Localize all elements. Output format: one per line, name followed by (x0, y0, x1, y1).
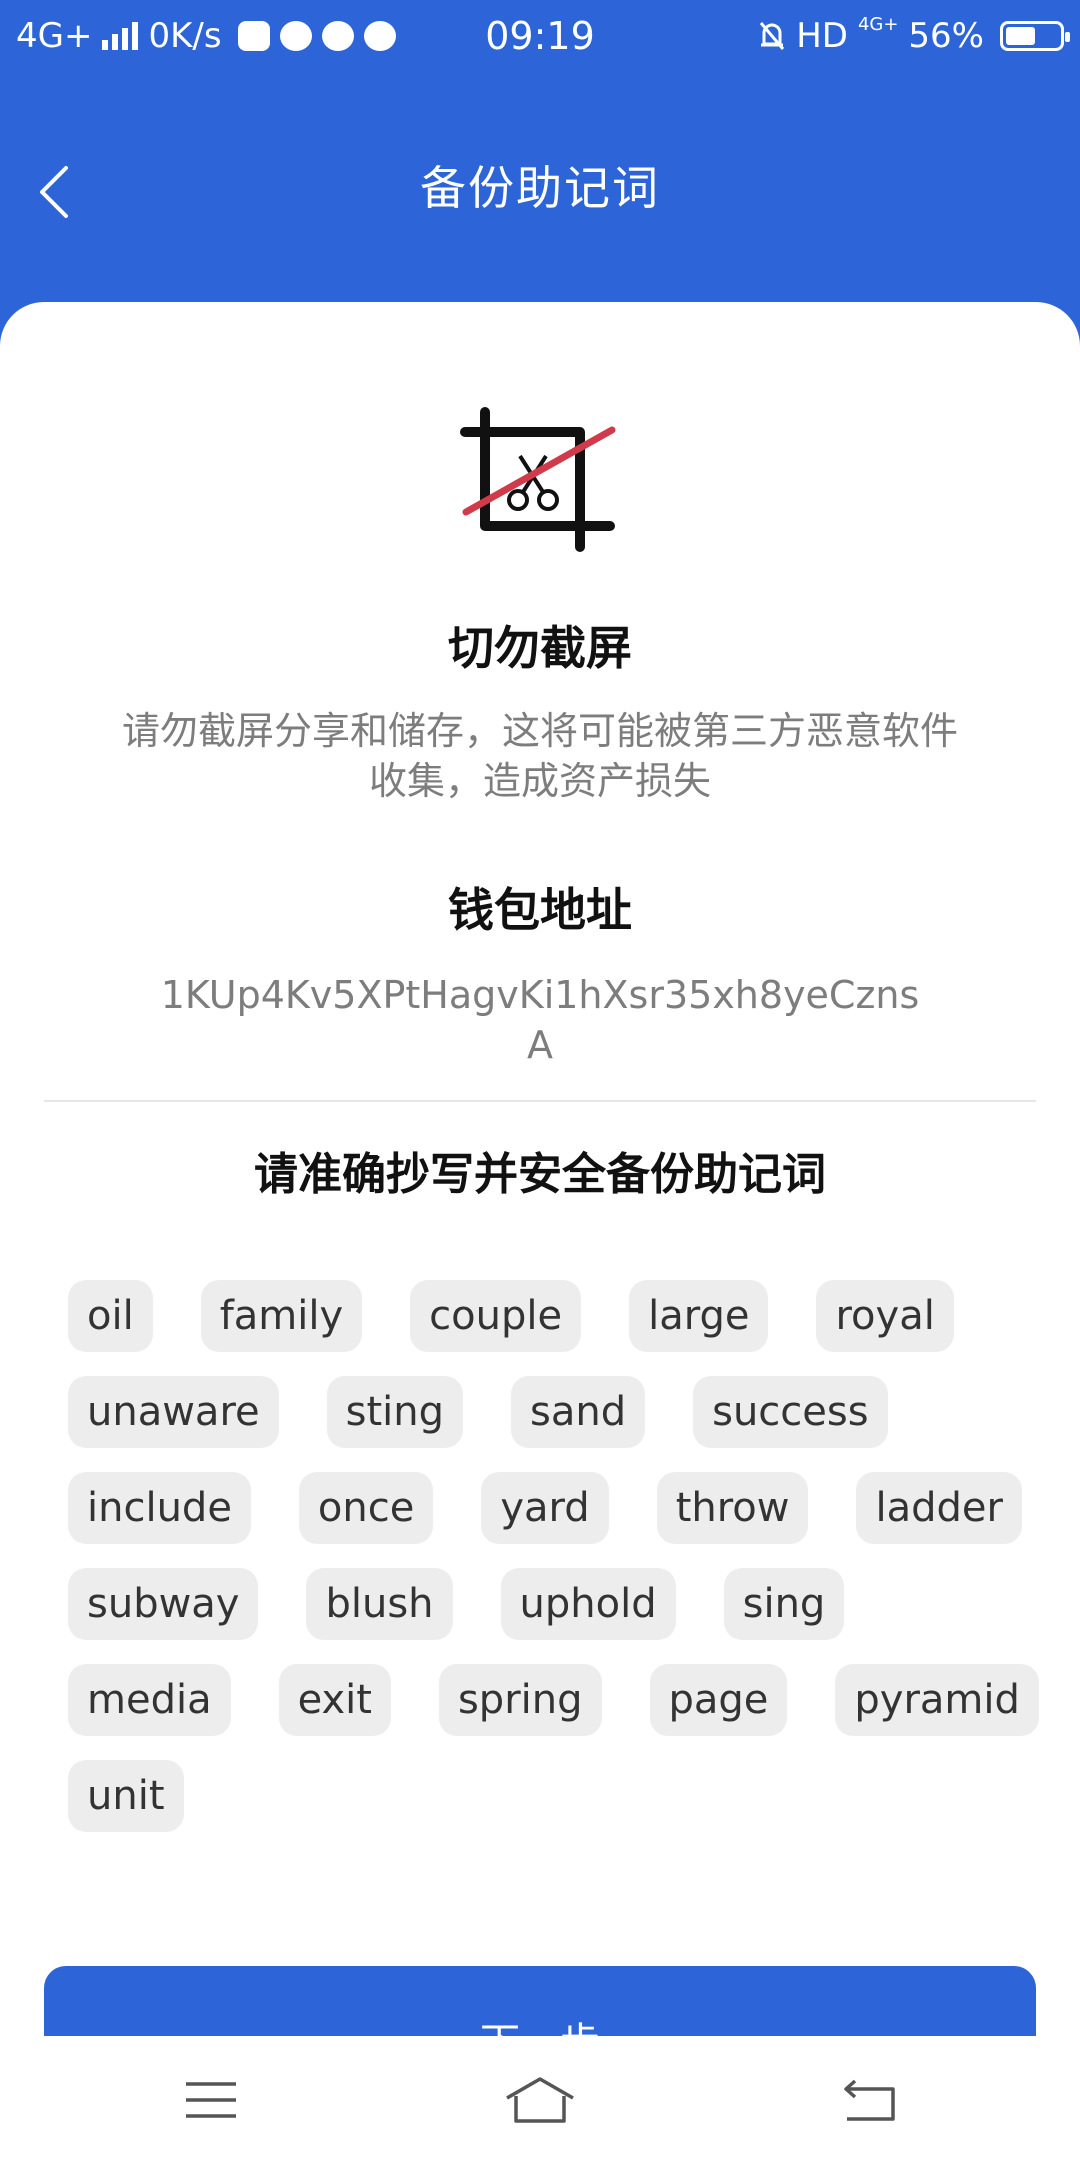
no-screenshot-icon (460, 407, 616, 552)
address-title: 钱包地址 (448, 883, 632, 937)
warning-title: 切勿截屏 (448, 621, 632, 675)
mnemonic-word-chip: success (693, 1376, 888, 1448)
mnemonic-word-chip: sand (511, 1376, 646, 1448)
mnemonic-word-chip: royal (816, 1280, 954, 1352)
back-nav-button[interactable] (814, 2070, 924, 2130)
mnemonic-word-chip: include (68, 1472, 251, 1544)
mnemonic-word-chip: couple (410, 1280, 582, 1352)
app-header: 备份助记词 (0, 72, 1080, 302)
mnemonic-word-chip: media (68, 1664, 231, 1736)
mnemonic-word-chip: exit (278, 1664, 391, 1736)
battery-icon (1000, 21, 1070, 51)
battery-percent: 56% (908, 16, 984, 56)
mnemonic-word-list: oil family couple large royal unaware sting san… (68, 1280, 1040, 1832)
mnemonic-word-chip: throw (656, 1472, 809, 1544)
hd-label: HD (796, 16, 848, 56)
mnemonic-word-chip: ladder (856, 1472, 1022, 1544)
mnemonic-word-chip: spring (438, 1664, 602, 1736)
content-card: 切勿截屏 请勿截屏分享和储存，这将可能被第三方恶意软件收集，造成资产损失 钱包地… (0, 302, 1080, 2086)
menu-button[interactable] (156, 2070, 266, 2130)
warning-text: 请勿截屏分享和储存，这将可能被第三方恶意软件收集，造成资产损失 (121, 709, 958, 803)
mnemonic-word-chip: oil (68, 1280, 153, 1352)
mnemonic-word-chip: once (298, 1472, 434, 1544)
mnemonic-word-chip: sing (723, 1568, 845, 1640)
home-icon (506, 2077, 574, 2123)
mnemonic-word-chip: pyramid (835, 1664, 1039, 1736)
mnemonic-word-chip: unit (68, 1760, 184, 1832)
backup-title: 请准确抄写并安全备份助记词 (254, 1149, 826, 1200)
home-button[interactable] (485, 2070, 595, 2130)
silent-bell-icon (760, 22, 785, 50)
status-right: HD 4G+ 56% (758, 14, 1070, 56)
mnemonic-word-chip: sting (326, 1376, 464, 1448)
wallet-address: 1KUp4Kv5XPtHagvKi1hXsr35xh8yeCznsA (160, 973, 920, 1067)
mnemonic-word-chip: family (200, 1280, 363, 1352)
system-nav-bar (0, 2036, 1080, 2160)
mnemonic-word-chip: yard (481, 1472, 609, 1544)
mnemonic-word-chip: blush (306, 1568, 453, 1640)
mnemonic-word-chip: subway (68, 1568, 259, 1640)
mnemonic-word-chip: unaware (68, 1376, 279, 1448)
battery-fill (1006, 27, 1035, 45)
divider (44, 1100, 1036, 1102)
network-type-right: 4G+ (857, 14, 899, 35)
mnemonic-word-chip: page (649, 1664, 788, 1736)
page-title: 备份助记词 (420, 161, 660, 215)
menu-icon (186, 2082, 236, 2118)
status-bar: 4G+ 0K/s 09:19 HD 4G+ 56% (0, 0, 1080, 72)
mnemonic-word-chip: large (629, 1280, 769, 1352)
mnemonic-word-chip: uphold (500, 1568, 676, 1640)
return-icon (844, 2079, 895, 2121)
